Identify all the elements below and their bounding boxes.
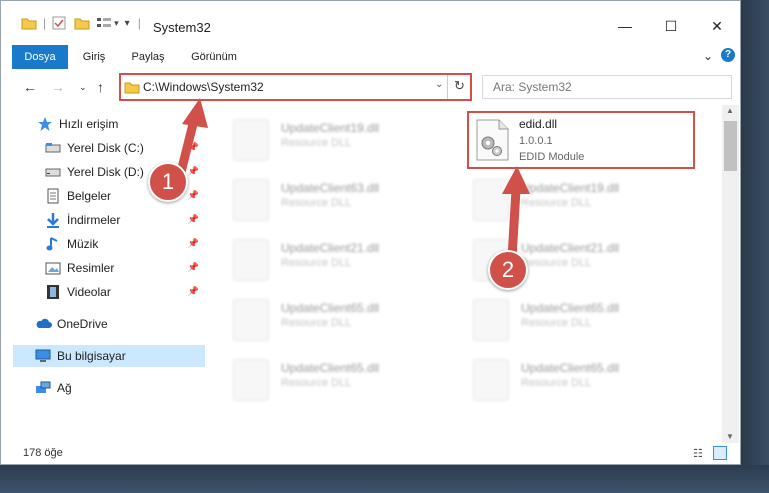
file-item[interactable]: UpdateClient65.dll Resource DLL [213, 289, 443, 349]
dll-file-icon [233, 299, 269, 341]
up-arrow-icon[interactable]: ↑ [97, 79, 104, 95]
sidebar-item-music[interactable]: Müzik 📌 [45, 233, 205, 255]
pin-icon[interactable]: 📌 [188, 214, 199, 225]
folder-icon [124, 82, 140, 94]
large-icons-view-icon[interactable] [713, 446, 727, 460]
music-icon [45, 236, 61, 252]
file-item[interactable]: UpdateClient21.dll Resource DLL [453, 229, 683, 289]
expand-ribbon-icon[interactable]: ⌄ [703, 49, 713, 63]
search-placeholder: Ara: System32 [493, 80, 572, 94]
help-icon[interactable]: ? [721, 48, 735, 62]
quick-access-toolbar: | ▾ ▾ | [21, 15, 149, 31]
window-title: System32 [153, 20, 211, 35]
documents-icon [45, 188, 61, 204]
dll-file-icon [233, 239, 269, 281]
sidebar-item-label: Hızlı erişim [59, 117, 119, 131]
tab-gorunum[interactable]: Görünüm [181, 45, 247, 69]
maximize-button[interactable]: ☐ [648, 11, 694, 41]
star-icon [37, 116, 53, 132]
status-bar: 178 öğe ☷ [1, 443, 740, 464]
address-dropdown-icon[interactable]: ⌄ [435, 79, 443, 90]
file-item[interactable]: UpdateClient65.dll Resource DLL [453, 349, 683, 409]
dll-file-icon [233, 179, 269, 221]
tab-paylas[interactable]: Paylaş [123, 45, 173, 69]
search-input[interactable]: Ara: System32 [482, 75, 732, 99]
pin-icon[interactable]: 📌 [188, 238, 199, 249]
file-item[interactable]: UpdateClient19.dll Resource DLL [213, 109, 443, 169]
explorer-window: | ▾ ▾ | System32 — ☐ ✕ Dosya Giriş Payla… [0, 0, 741, 465]
step-badge-1: 1 [148, 162, 188, 202]
dll-file-icon [473, 359, 509, 401]
tab-giris[interactable]: Giriş [73, 45, 115, 69]
file-item[interactable]: UpdateClient63.dll Resource DLL [213, 169, 443, 229]
customize-toolbar-icon[interactable]: ▾ [125, 18, 130, 29]
network-icon [35, 380, 51, 396]
new-folder-icon[interactable] [74, 16, 90, 30]
folder-icon[interactable] [21, 16, 37, 30]
drive-icon [45, 164, 61, 180]
sidebar-item-label: Videolar [67, 285, 111, 299]
sidebar-item-label: OneDrive [57, 317, 108, 331]
download-icon [45, 212, 61, 228]
tab-dosya[interactable]: Dosya [12, 45, 68, 69]
refresh-icon[interactable]: ↻ [454, 78, 465, 94]
minimize-button[interactable]: — [602, 11, 648, 41]
pin-icon[interactable]: 📌 [188, 262, 199, 273]
forward-arrow-icon[interactable]: → [51, 79, 65, 95]
sidebar-item-videos[interactable]: Videolar 📌 [45, 281, 205, 303]
sidebar-item-onedrive[interactable]: OneDrive [35, 313, 205, 335]
back-arrow-icon[interactable]: ← [23, 79, 37, 95]
file-item[interactable]: UpdateClient19.dll Resource DLL [453, 169, 683, 229]
title-bar: | ▾ ▾ | System32 — ☐ ✕ [1, 1, 740, 41]
file-item[interactable]: UpdateClient21.dll Resource DLL [213, 229, 443, 289]
pictures-icon [45, 260, 61, 276]
scroll-up-icon[interactable]: ▲ [726, 106, 734, 115]
file-name: edid.dll [519, 117, 558, 131]
ribbon-tabs: Dosya Giriş Paylaş Görünüm [1, 45, 740, 69]
address-path[interactable]: C:\Windows\System32 [143, 80, 264, 94]
drive-icon [45, 140, 61, 156]
cloud-icon [35, 316, 52, 332]
sidebar-item-label: Yerel Disk (D:) [67, 165, 144, 179]
file-item-edid-dll[interactable]: edid.dll 1.0.0.1 EDID Module [467, 111, 695, 169]
sidebar-item-label: Yerel Disk (C:) [67, 141, 144, 155]
dll-file-icon [233, 359, 269, 401]
sidebar-item-label: Müzik [67, 237, 99, 251]
dll-file-icon [476, 119, 509, 161]
dll-file-icon [473, 299, 509, 341]
sidebar-item-label: İndirmeler [67, 213, 121, 227]
details-view-icon[interactable]: ☷ [693, 447, 703, 460]
scrollbar-thumb[interactable] [724, 121, 737, 171]
sidebar-item-label: Resimler [67, 261, 115, 275]
video-icon [45, 284, 61, 300]
sidebar-item-downloads[interactable]: İndirmeler 📌 [45, 209, 205, 231]
file-item[interactable]: UpdateClient65.dll Resource DLL [213, 349, 443, 409]
step-badge-2: 2 [488, 250, 528, 290]
recent-locations-icon[interactable]: ⌄ [79, 82, 87, 93]
sidebar-item-label: Ağ [57, 381, 72, 395]
computer-icon [35, 348, 51, 364]
sidebar-item-label: Bu bilgisayar [57, 349, 126, 363]
dll-file-icon [233, 119, 269, 161]
view-options-icon[interactable] [96, 16, 112, 30]
file-version: 1.0.0.1 [519, 135, 553, 147]
sidebar-item-pictures[interactable]: Resimler 📌 [45, 257, 205, 279]
file-item[interactable]: UpdateClient65.dll Resource DLL [453, 289, 683, 349]
close-button[interactable]: ✕ [694, 11, 740, 41]
properties-icon[interactable] [52, 16, 66, 30]
item-count: 178 öğe [23, 447, 63, 459]
sidebar-item-network[interactable]: Ağ [35, 377, 205, 399]
sidebar-item-this-pc[interactable]: Bu bilgisayar [13, 345, 205, 367]
sidebar-item-label: Belgeler [67, 189, 112, 203]
pin-icon[interactable]: 📌 [188, 286, 199, 297]
vertical-scrollbar[interactable]: ▲ ▼ [722, 105, 739, 443]
dropdown-icon[interactable]: ▾ [114, 18, 119, 29]
scroll-down-icon[interactable]: ▼ [726, 432, 734, 441]
